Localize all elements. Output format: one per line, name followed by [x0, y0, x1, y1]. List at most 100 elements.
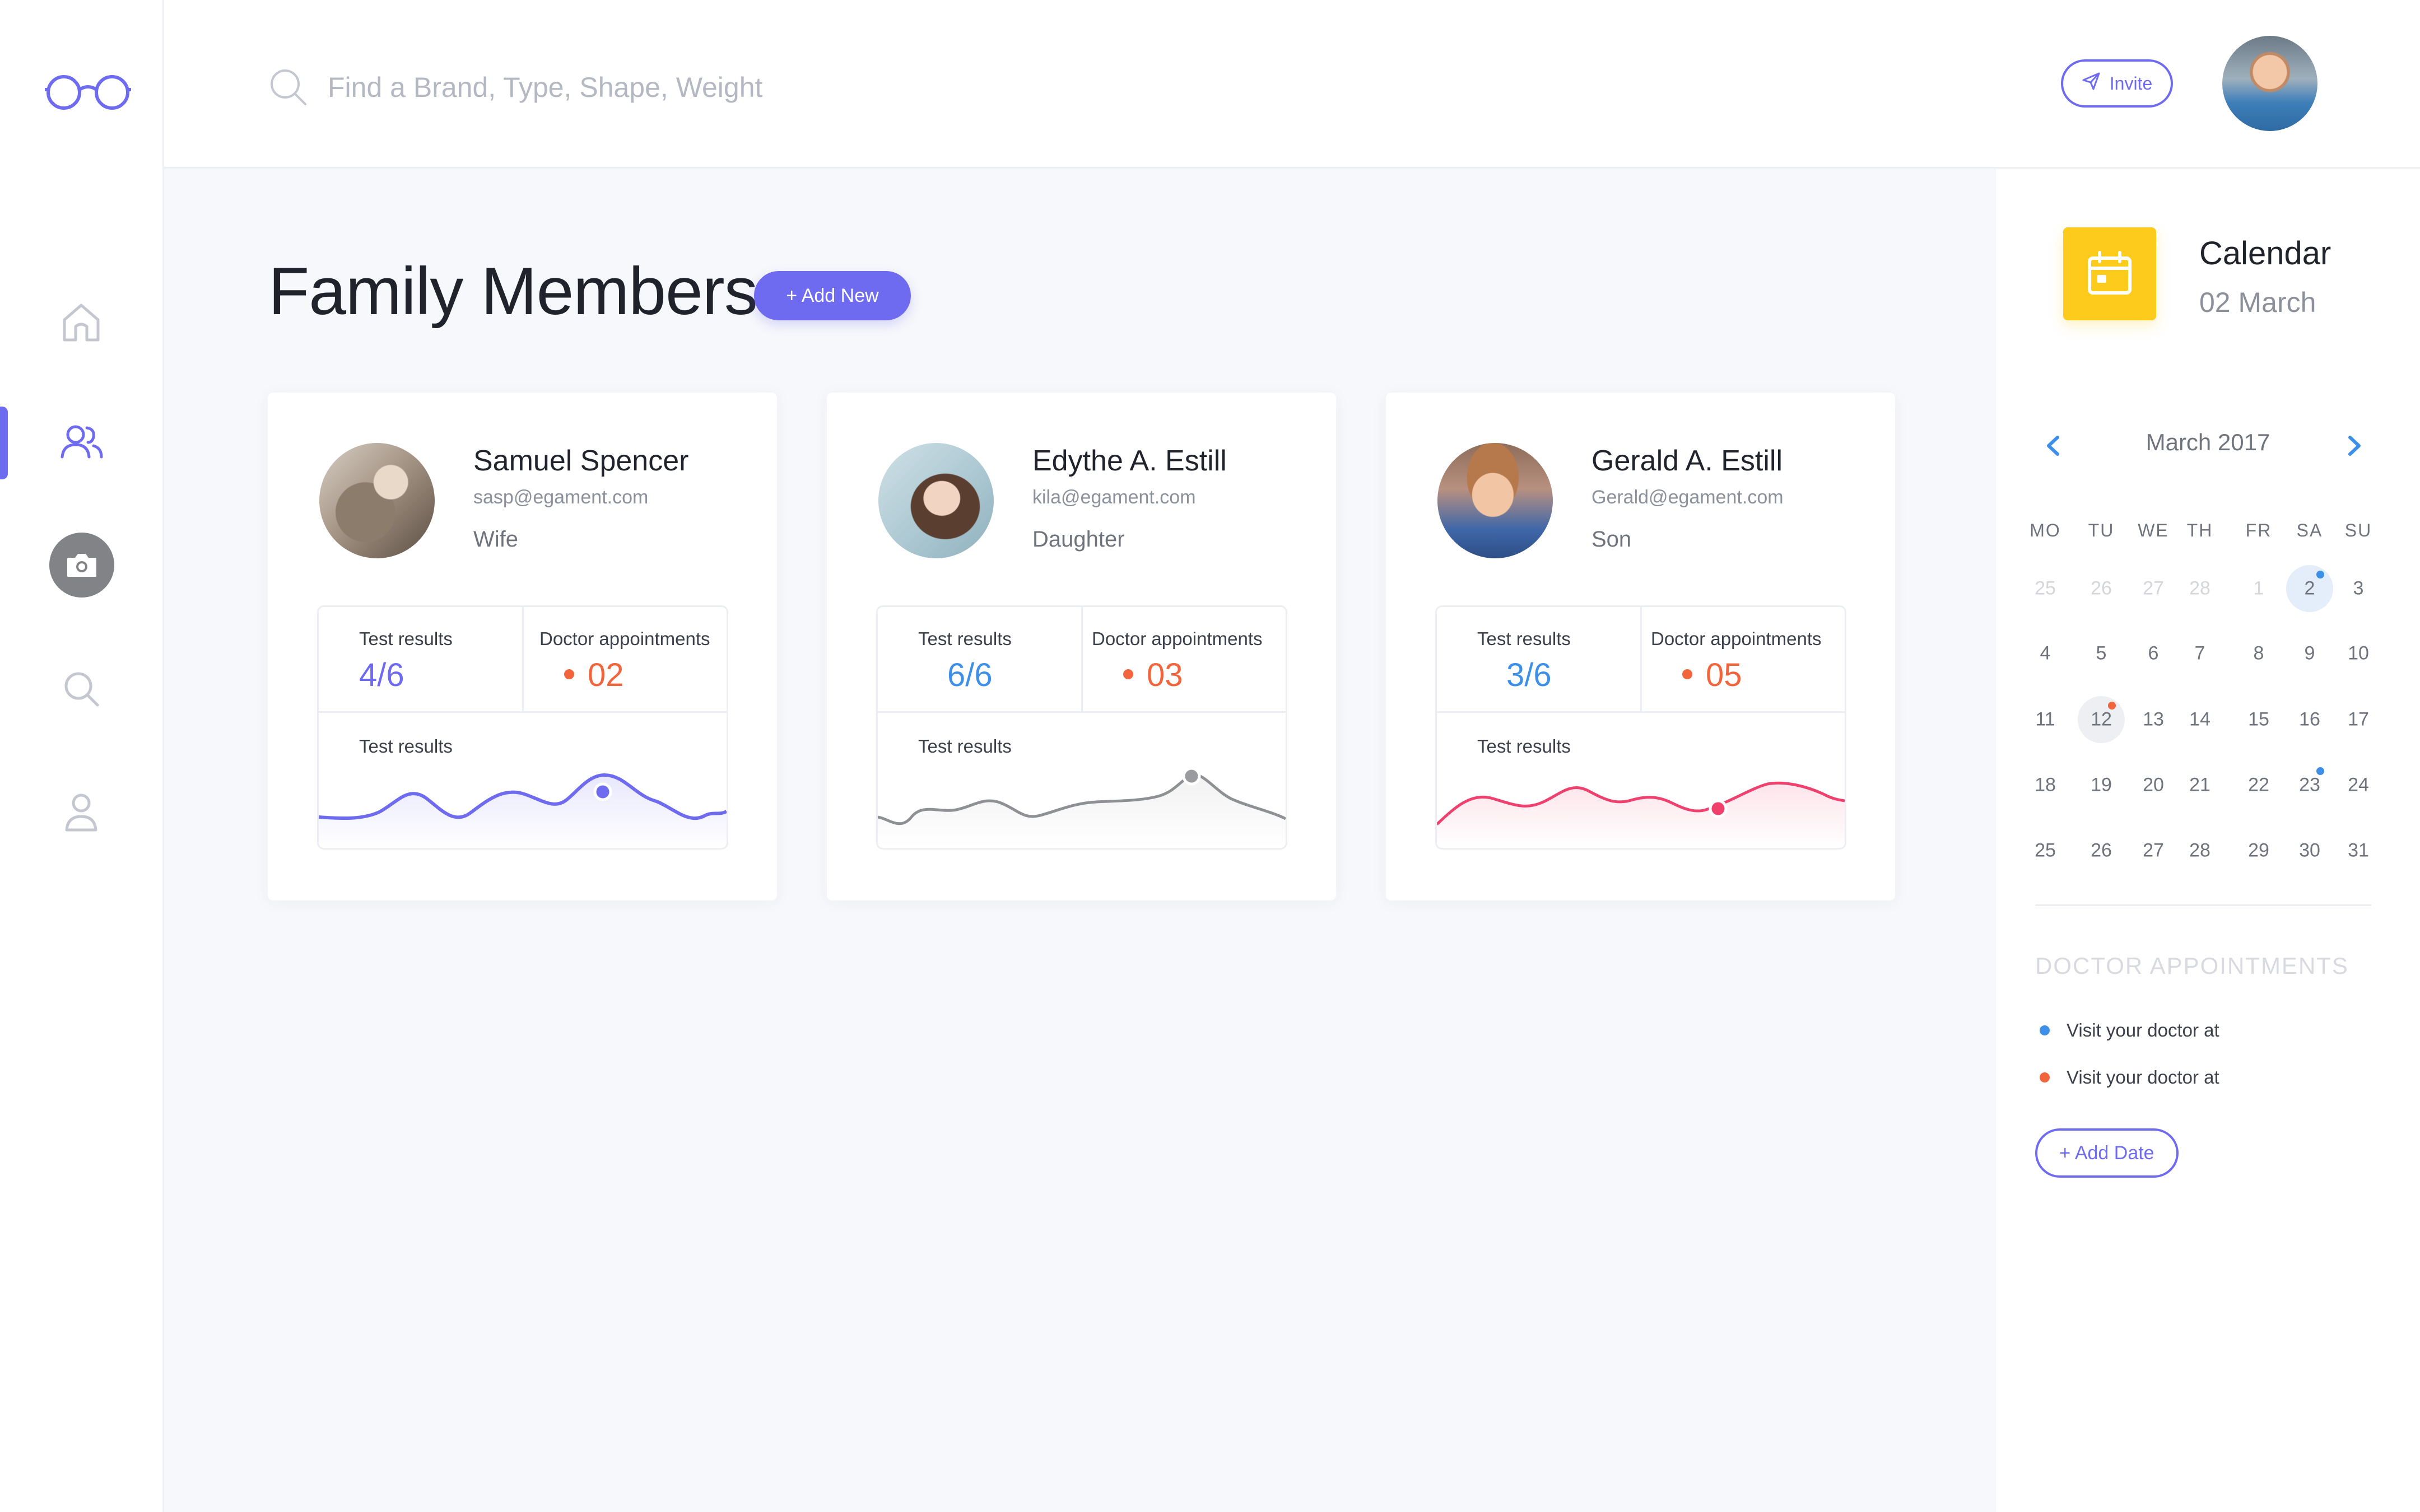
user-avatar[interactable] — [2222, 36, 2317, 131]
add-date-button[interactable]: + Add Date — [2035, 1128, 2179, 1178]
calendar-day[interactable]: 18 — [2035, 774, 2056, 796]
nav-active-indicator — [0, 407, 8, 479]
calendar-day[interactable]: 2 — [2305, 578, 2315, 600]
appointments-cell: Doctor appointments 02 — [524, 607, 727, 711]
family-members-icon[interactable] — [53, 414, 109, 470]
calendar-day[interactable]: 6 — [2148, 643, 2159, 665]
member-name: Samuel Spencer — [473, 445, 689, 477]
calendar-day[interactable]: 30 — [2299, 840, 2320, 862]
member-name: Gerald A. Estill — [1591, 445, 1783, 477]
member-avatar — [319, 443, 435, 558]
user-profile-icon[interactable] — [53, 784, 109, 840]
calendar-day[interactable]: 23 — [2299, 774, 2320, 796]
stats-box: Test results 4/6 Doctor appointments 02 … — [317, 605, 728, 850]
calendar-day[interactable]: 4 — [2040, 643, 2051, 665]
appointments-cell: Doctor appointments 05 — [1642, 607, 1845, 711]
status-dot — [1123, 669, 1133, 679]
calendar-day[interactable]: 26 — [2091, 840, 2112, 862]
calendar-day[interactable]: 24 — [2348, 774, 2369, 796]
member-relation: Daughter — [1032, 527, 1125, 552]
calendar-day[interactable]: 3 — [2353, 578, 2364, 600]
calendar-day[interactable]: 17 — [2348, 709, 2369, 731]
test-results-cell: Test results 4/6 — [319, 607, 524, 711]
calendar-day[interactable]: 8 — [2254, 643, 2264, 665]
search-nav-icon[interactable] — [53, 661, 109, 717]
calendar-day[interactable]: 19 — [2091, 774, 2112, 796]
appointments-value: 02 — [588, 657, 624, 693]
test-results-value: 4/6 — [359, 657, 404, 693]
member-card[interactable]: Samuel Spencer sasp@egament.com Wife Tes… — [268, 393, 777, 900]
appointments-cell: Doctor appointments 03 — [1083, 607, 1286, 711]
appointment-item[interactable]: Visit your doctor at — [2040, 1067, 2219, 1088]
weekday-label: FR — [2245, 520, 2272, 540]
test-results-label: Test results — [359, 628, 453, 649]
page-title: Family Members — [268, 254, 758, 329]
send-icon — [2082, 72, 2101, 95]
calendar-day[interactable]: 7 — [2195, 643, 2205, 665]
calendar-day[interactable]: 16 — [2299, 709, 2320, 731]
calendar-day[interactable]: 15 — [2248, 709, 2269, 731]
appointments-value-wrap: 02 — [564, 656, 624, 694]
divider — [2035, 904, 2371, 906]
member-card[interactable]: Edythe A. Estill kila@egament.com Daught… — [827, 393, 1336, 900]
calendar-day[interactable]: 22 — [2248, 774, 2269, 796]
sidebar — [0, 0, 164, 1512]
chart-marker — [1709, 799, 1728, 818]
camera-icon[interactable] — [49, 533, 114, 598]
member-email: kila@egament.com — [1032, 487, 1196, 508]
test-results-chart — [319, 773, 727, 848]
member-relation: Wife — [473, 527, 518, 552]
home-icon[interactable] — [53, 294, 109, 350]
chevron-right-icon[interactable] — [2343, 432, 2366, 460]
member-card[interactable]: Gerald A. Estill Gerald@egament.com Son … — [1386, 393, 1895, 900]
weekday-label: MO — [2030, 520, 2061, 540]
add-new-button[interactable]: + Add New — [754, 271, 911, 320]
calendar-day[interactable]: 1 — [2254, 578, 2264, 600]
event-dot — [2108, 702, 2116, 710]
calendar-day[interactable]: 28 — [2189, 840, 2210, 862]
weekday-label: SU — [2344, 520, 2372, 540]
calendar-day[interactable]: 20 — [2143, 774, 2164, 796]
search-input[interactable] — [327, 62, 1113, 113]
calendar-day[interactable]: 26 — [2091, 578, 2112, 600]
calendar-day[interactable]: 29 — [2248, 840, 2269, 862]
calendar-day[interactable]: 10 — [2348, 643, 2369, 665]
appointments-value: 05 — [1706, 657, 1742, 693]
calendar-day[interactable]: 21 — [2189, 774, 2210, 796]
invite-button[interactable]: Invite — [2061, 59, 2173, 108]
calendar-day[interactable]: 31 — [2348, 840, 2369, 862]
status-dot — [1682, 669, 1692, 679]
divider — [1437, 711, 1845, 713]
calendar-day[interactable]: 28 — [2189, 578, 2210, 600]
appointment-text: Visit your doctor at — [2067, 1020, 2219, 1040]
calendar-day[interactable]: 27 — [2143, 578, 2164, 600]
appointment-item[interactable]: Visit your doctor at — [2040, 1020, 2219, 1041]
calendar-day[interactable]: 13 — [2143, 709, 2164, 731]
chart-marker — [593, 782, 612, 801]
calendar-day[interactable]: 14 — [2189, 709, 2210, 731]
appointments-value: 03 — [1147, 657, 1183, 693]
appointments-label: Doctor appointments — [1092, 628, 1263, 649]
appointments-value-wrap: 05 — [1682, 656, 1742, 694]
calendar-day[interactable]: 11 — [2035, 709, 2055, 731]
invite-label: Invite — [2109, 73, 2153, 94]
calendar-day[interactable]: 5 — [2096, 643, 2107, 665]
calendar-day[interactable]: 12 — [2091, 709, 2112, 731]
calendar-day[interactable]: 25 — [2035, 840, 2056, 862]
event-dot — [2316, 571, 2324, 578]
main-content: Family Members + Add New Samuel Spencer … — [164, 169, 1996, 1512]
member-email: sasp@egament.com — [473, 487, 649, 508]
divider — [319, 711, 727, 713]
calendar-day[interactable]: 9 — [2305, 643, 2315, 665]
test-results-value: 6/6 — [947, 657, 993, 693]
weekday-label: WE — [2138, 520, 2169, 540]
test-results-chart — [878, 767, 1286, 848]
glasses-logo-icon[interactable] — [44, 73, 132, 112]
appointments-label: Doctor appointments — [539, 628, 710, 649]
status-dot — [564, 669, 574, 679]
chart-marker — [1182, 767, 1201, 786]
calendar-day[interactable]: 27 — [2143, 840, 2164, 862]
calendar-icon — [2063, 227, 2156, 320]
calendar-day[interactable]: 25 — [2035, 578, 2056, 600]
appointments-label: Doctor appointments — [1651, 628, 1822, 649]
